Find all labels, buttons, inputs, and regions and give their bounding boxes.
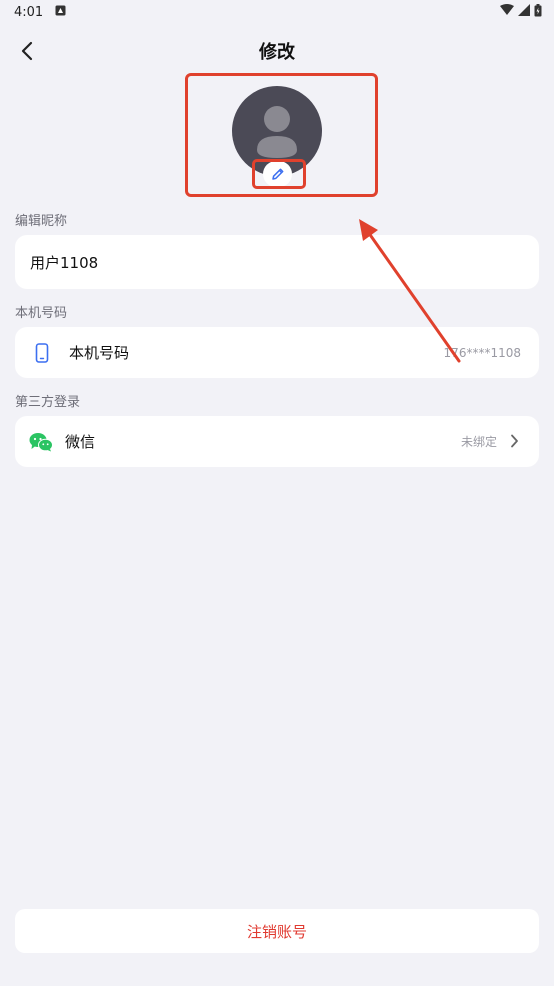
wechat-icon	[29, 431, 53, 453]
nickname-section-label: 编辑昵称	[15, 214, 68, 229]
deregister-label: 注销账号	[246, 922, 307, 941]
nickname-value: 用户1108	[30, 253, 99, 272]
deregister-account-button[interactable]: 注销账号	[15, 909, 539, 953]
status-left: 4:01	[14, 5, 66, 20]
page-title: 修改	[259, 42, 295, 63]
wifi-icon	[500, 4, 514, 20]
status-time: 4:01	[14, 4, 44, 20]
status-right	[500, 3, 542, 21]
wechat-bind-status: 未绑定	[460, 435, 497, 449]
status-bar: 4:01	[0, 0, 554, 24]
phone-row[interactable]: 本机号码 176****1108	[15, 327, 539, 378]
nickname-field[interactable]: 用户1108	[15, 235, 539, 289]
back-button[interactable]	[10, 36, 44, 66]
back-icon	[21, 41, 33, 61]
edit-annotation-box	[252, 159, 306, 189]
phone-icon	[31, 342, 53, 364]
phone-number-value: 176****1108	[443, 345, 521, 360]
nav-bar: 修改	[0, 24, 554, 78]
wechat-row-label: 微信	[65, 433, 96, 451]
phone-row-label: 本机号码	[69, 344, 130, 362]
signal-icon	[518, 4, 530, 20]
third-party-section-label: 第三方登录	[15, 395, 81, 410]
phone-section-label: 本机号码	[15, 306, 68, 321]
wechat-row[interactable]: 微信 未绑定	[15, 416, 539, 467]
notification-icon	[55, 5, 66, 20]
battery-icon	[534, 3, 542, 21]
chevron-right-icon	[511, 434, 518, 448]
